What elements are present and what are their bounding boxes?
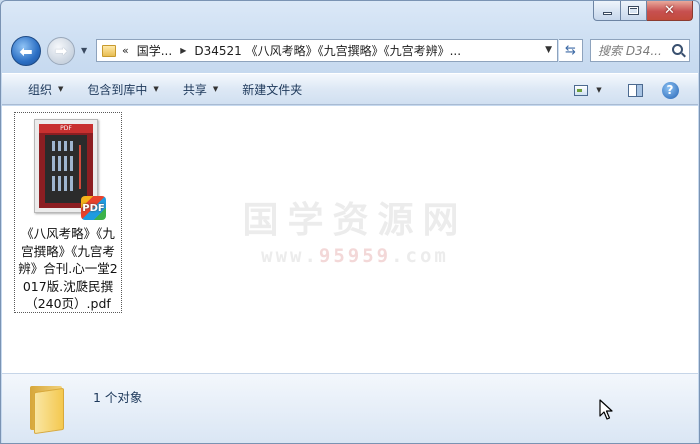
breadcrumb-separator-icon[interactable]: ▶	[180, 46, 186, 55]
thumbnail-header: PDF	[39, 124, 93, 133]
arrow-right-icon: ➡	[54, 42, 68, 60]
refresh-button[interactable]: ⇆	[559, 39, 583, 62]
new-folder-button[interactable]: 新建文件夹	[230, 76, 314, 102]
file-item[interactable]: PDF PDF 《八风考略》《九宫撰略》《九宫考辨》合刊.心一堂2017版.沈瓞…	[14, 112, 122, 313]
watermark: 国学资源网 www.95959.com	[240, 191, 470, 267]
watermark-url: www.95959.com	[240, 245, 470, 267]
watermark-url-prefix: www.	[261, 245, 319, 267]
pdf-app-icon: PDF	[81, 196, 106, 220]
minimize-icon	[602, 12, 612, 15]
help-button[interactable]: ?	[657, 77, 683, 103]
back-button[interactable]: ⬅	[11, 36, 41, 66]
preview-pane-button[interactable]	[622, 77, 648, 103]
breadcrumb-segment[interactable]: 国学...	[137, 42, 172, 59]
caption-buttons: ✕	[593, 1, 693, 23]
details-pane: 1 个对象	[2, 373, 698, 443]
new-folder-label: 新建文件夹	[242, 82, 303, 97]
address-dropdown-icon[interactable]: ▼	[545, 45, 552, 55]
help-icon: ?	[661, 81, 679, 99]
organize-label: 组织	[28, 82, 53, 97]
watermark-title: 国学资源网	[242, 200, 468, 241]
search-input[interactable]: 搜索 D34...	[598, 42, 674, 59]
pdf-badge-label: PDF	[82, 202, 105, 214]
watermark-url-suffix: .com	[391, 245, 449, 267]
watermark-url-highlight: 95959	[318, 245, 392, 267]
file-list[interactable]: 国学资源网 www.95959.com PDF PDF 《八风考略》《九宫撰略》…	[2, 106, 698, 373]
folder-icon	[102, 44, 116, 57]
change-view-button[interactable]: ▼	[568, 77, 608, 103]
share-label: 共享	[182, 82, 207, 97]
include-library-label: 包含到库中	[87, 82, 148, 97]
chevron-down-icon: ▼	[153, 85, 159, 93]
explorer-window: ✕ ⬅ ➡ ▼ « 国学... ▶ D34521 《八风考略》《九宫撰略》《九宫…	[0, 0, 700, 444]
chevron-down-icon: ▼	[58, 85, 64, 93]
breadcrumb-segment-current[interactable]: D34521 《八风考略》《九宫撰略》《九宫考辨》...	[194, 42, 461, 59]
close-icon: ✕	[664, 3, 675, 18]
chevron-down-icon: ▼	[212, 85, 219, 93]
cover-page	[45, 135, 87, 203]
arrow-left-icon: ⬅	[19, 41, 33, 61]
search-box[interactable]: 搜索 D34...	[590, 39, 690, 62]
minimize-button[interactable]	[593, 1, 621, 21]
maximize-icon	[628, 6, 639, 15]
organize-button[interactable]: 组织 ▼	[16, 76, 75, 102]
maximize-button[interactable]	[621, 1, 647, 21]
command-bar: 组织 ▼ 包含到库中 ▼ 共享 ▼ 新建文件夹 ▼ ?	[2, 73, 698, 105]
share-button[interactable]: 共享 ▼	[171, 76, 230, 102]
include-in-library-button[interactable]: 包含到库中 ▼	[75, 76, 170, 102]
item-count: 1 个对象	[93, 390, 143, 405]
search-icon[interactable]	[672, 44, 683, 55]
chevron-down-icon: ▼	[596, 86, 602, 94]
refresh-icon: ⇆	[565, 43, 576, 58]
recent-pages-dropdown[interactable]: ▼	[81, 46, 87, 55]
folder-icon	[30, 382, 66, 435]
preview-pane-icon	[627, 83, 643, 97]
close-button[interactable]: ✕	[647, 1, 693, 21]
address-bar[interactable]: « 国学... ▶ D34521 《八风考略》《九宫撰略》《九宫考辨》... ▼	[96, 39, 558, 62]
view-icon	[574, 84, 589, 96]
file-name[interactable]: 《八风考略》《九宫撰略》《九宫考辨》合刊.心一堂2017版.沈瓞民撰（240页）…	[15, 225, 121, 313]
forward-button[interactable]: ➡	[47, 37, 75, 65]
address-overflow-chevron[interactable]: «	[122, 44, 129, 57]
